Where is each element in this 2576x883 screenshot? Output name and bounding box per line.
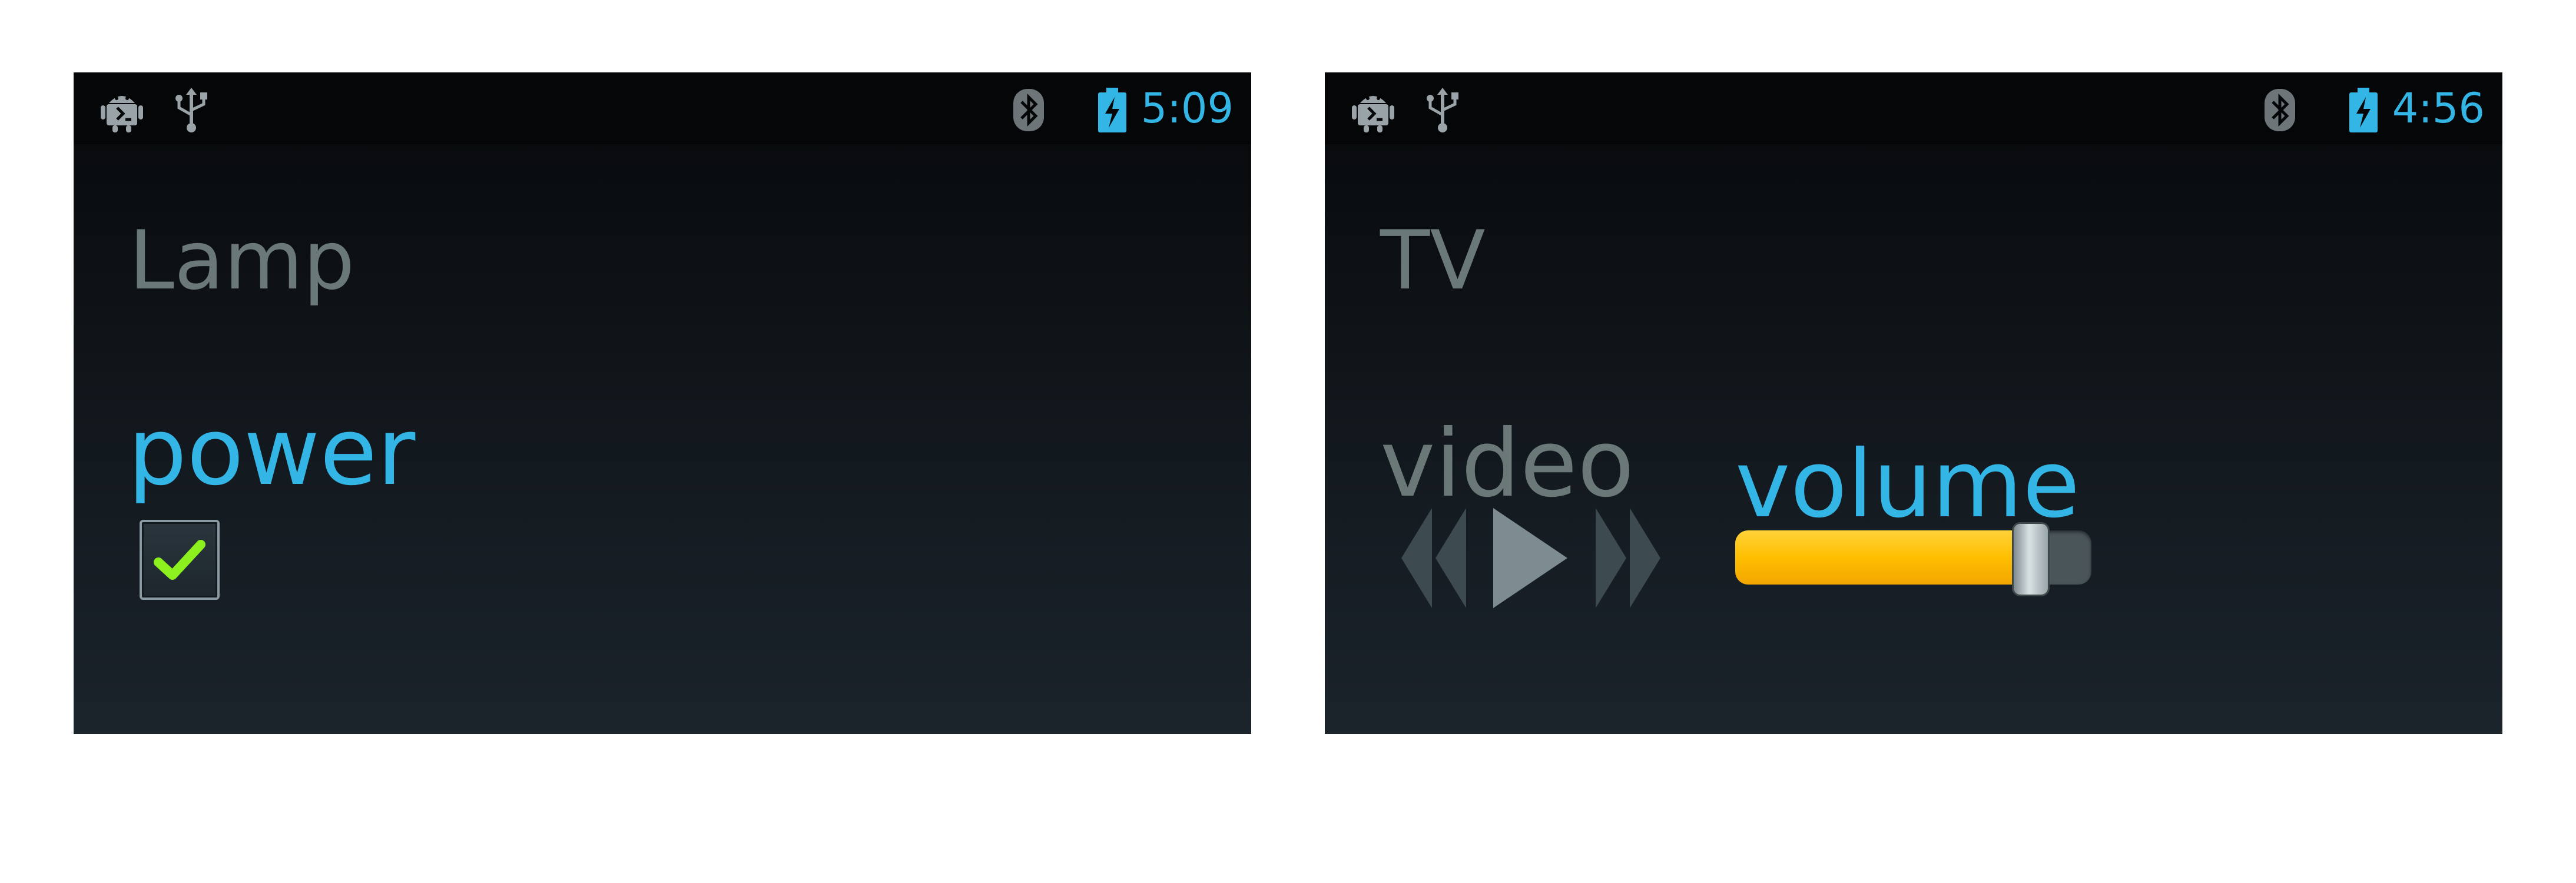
fast-forward-icon[interactable] xyxy=(1590,502,1666,616)
power-checkbox[interactable] xyxy=(140,520,220,600)
device-title: TV xyxy=(1380,213,1486,308)
video-label: video xyxy=(1380,410,1635,518)
device-title: Lamp xyxy=(129,213,355,308)
volume-label: volume xyxy=(1735,430,2080,539)
usb-icon xyxy=(171,87,212,136)
status-clock: 4:56 xyxy=(2392,84,2485,132)
bluetooth-icon xyxy=(1011,87,1046,136)
battery-charging-icon xyxy=(2348,87,2379,136)
battery-charging-icon xyxy=(1097,87,1128,136)
android-debug-icon xyxy=(1350,87,1397,136)
bluetooth-icon xyxy=(2262,87,2297,136)
lamp-screen: 5:09 Lamp power xyxy=(74,72,1251,734)
android-debug-icon xyxy=(98,87,145,136)
play-icon[interactable] xyxy=(1490,502,1572,616)
tv-screen: 4:56 TV video volume xyxy=(1325,72,2502,734)
power-label: power xyxy=(128,398,416,506)
volume-slider-thumb[interactable] xyxy=(2012,522,2050,596)
status-clock: 5:09 xyxy=(1141,84,1234,132)
usb-icon xyxy=(1422,87,1463,136)
status-bar: 4:56 xyxy=(1325,72,2502,144)
checkmark-icon xyxy=(154,540,205,580)
volume-slider-fill xyxy=(1735,530,2031,585)
status-bar: 5:09 xyxy=(74,72,1251,144)
rewind-icon[interactable] xyxy=(1395,502,1472,616)
